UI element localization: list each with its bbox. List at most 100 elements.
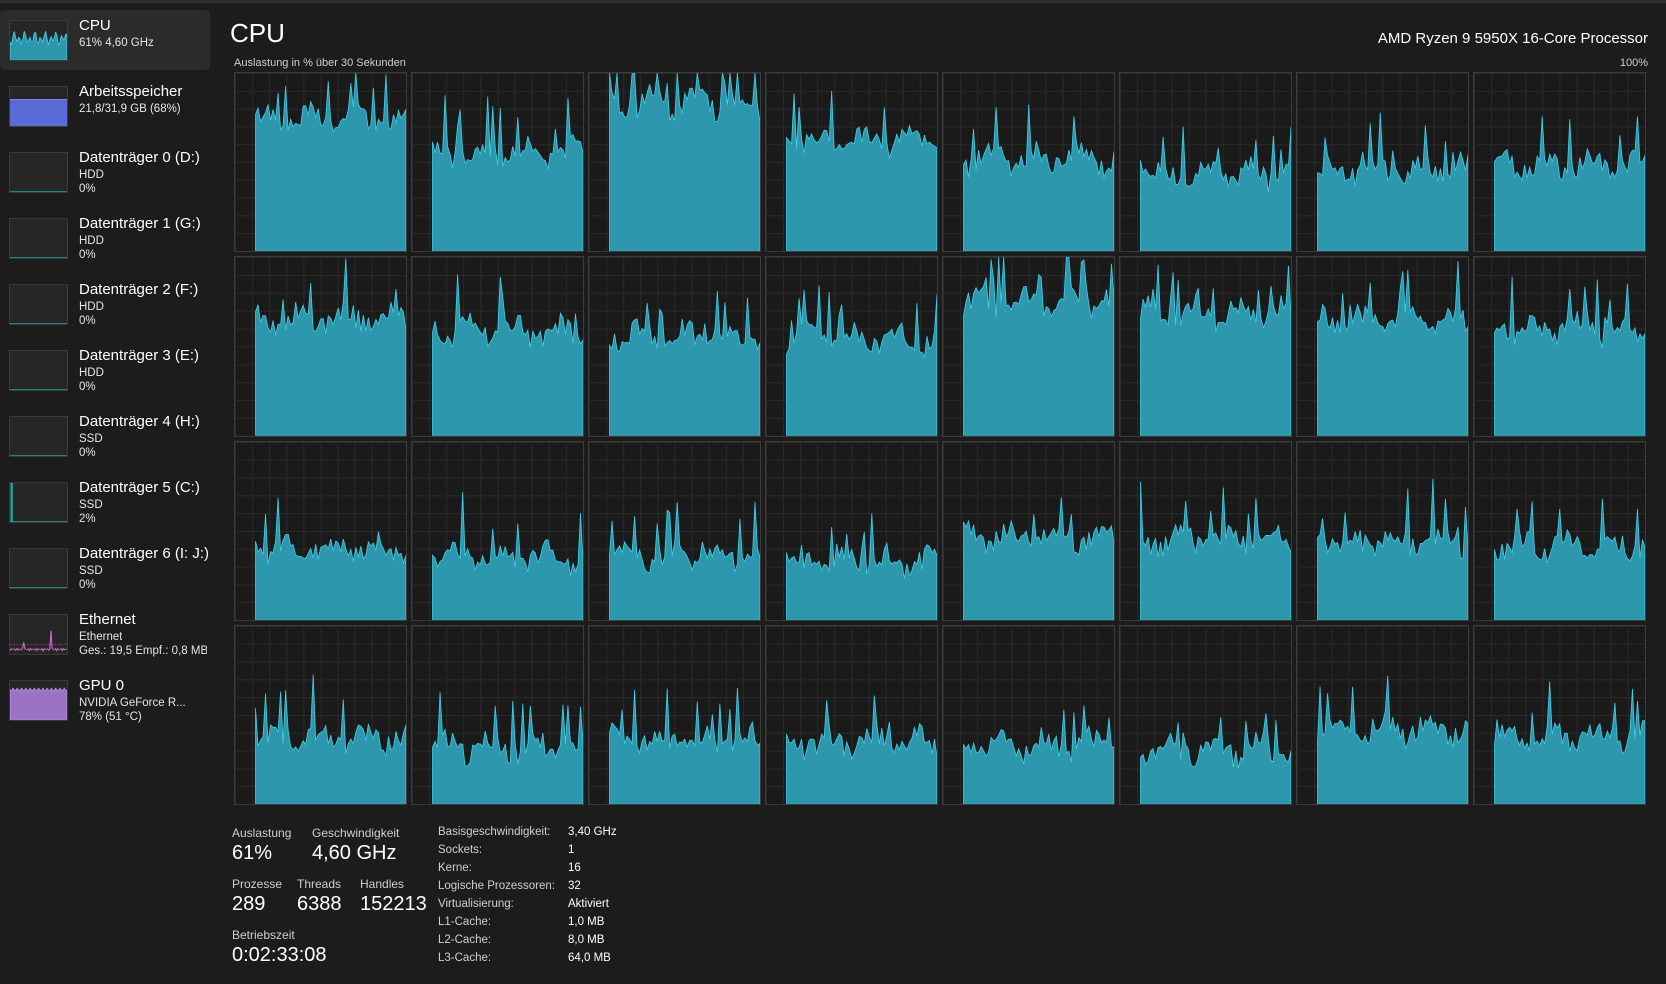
core-graph-28	[942, 624, 1115, 805]
core-utilization-area	[589, 626, 760, 804]
sidebar-item-detail: 0%	[79, 381, 96, 393]
sidebar-item-gpu-0[interactable]: GPU 0 NVIDIA GeForce R... 78% (51 °C)	[0, 670, 210, 730]
sidebar-item-subtitle: 21,8/31,9 GB (68%)	[79, 103, 181, 115]
core-graph-6	[1296, 72, 1469, 253]
sidebar-item-datentr-ger-6-i-j[interactable]: Datenträger 6 (I: J:) SSD 0%	[0, 538, 210, 598]
sidebar-item-datentr-ger-4-h[interactable]: Datenträger 4 (H:) SSD 0%	[0, 406, 210, 466]
handles-value: 152213	[360, 893, 427, 915]
detail-key: L1-Cache:	[438, 916, 492, 928]
sidebar-item-datentr-ger-2-f[interactable]: Datenträger 2 (F:) HDD 0%	[0, 274, 210, 334]
core-utilization-area	[1120, 442, 1291, 620]
sidebar-item-title: Datenträger 6 (I: J:)	[79, 545, 210, 562]
detail-value: 1	[568, 844, 575, 856]
speed-value: 4,60 GHz	[312, 842, 397, 864]
detail-value: 16	[568, 862, 581, 874]
core-graph-12	[942, 256, 1115, 437]
core-graph-11	[765, 256, 938, 437]
detail-row: L3-Cache: 64,0 MB	[438, 952, 738, 970]
core-graph-1	[411, 72, 584, 253]
core-graph-21	[1119, 440, 1292, 621]
sidebar-item-title: CPU	[79, 17, 111, 34]
detail-row: Sockets: 1	[438, 844, 738, 862]
cpu-graph-thumbnail	[9, 20, 68, 61]
core-graph-30	[1296, 624, 1469, 805]
core-graph-5	[1119, 72, 1292, 253]
detail-key: Virtualisierung:	[438, 898, 514, 910]
sidebar-item-detail: 0%	[79, 183, 96, 195]
disk-graph-thumbnail	[9, 548, 68, 589]
network-graph-thumbnail	[9, 614, 68, 655]
sidebar-item-datentr-ger-5-c[interactable]: Datenträger 5 (C:) SSD 2%	[0, 472, 210, 532]
core-graph-10	[588, 256, 761, 437]
detail-row: L1-Cache: 1,0 MB	[438, 916, 738, 934]
core-graph-14	[1296, 256, 1469, 437]
core-graph-16	[234, 440, 407, 621]
core-utilization-area	[1120, 257, 1291, 436]
core-utilization-area	[412, 626, 583, 804]
utilization-label: Auslastung	[232, 826, 292, 840]
detail-value: 64,0 MB	[568, 952, 611, 964]
sidebar-item-subtitle: SSD	[79, 433, 103, 445]
window-top-border	[0, 0, 1666, 3]
core-graph-19	[765, 440, 938, 621]
core-utilization-area	[1297, 257, 1468, 436]
sidebar-item-subtitle: HDD	[79, 235, 104, 247]
detail-key: L3-Cache:	[438, 952, 492, 964]
page-title: CPU	[230, 18, 285, 48]
sidebar-item-subtitle: 61% 4,60 GHz	[79, 37, 154, 49]
disk-graph-thumbnail	[9, 416, 68, 457]
disk-graph-thumbnail	[9, 152, 68, 193]
sidebar-item-detail: 0%	[79, 447, 96, 459]
core-graph-2	[588, 72, 761, 253]
detail-row: Kerne: 16	[438, 862, 738, 880]
graph-utilization-label: Auslastung in % über 30 Sekunden	[234, 57, 406, 69]
core-utilization-area	[943, 257, 1114, 436]
detail-row: Basisgeschwindigkeit: 3,40 GHz	[438, 826, 738, 844]
detail-key: Logische Prozessoren:	[438, 880, 555, 892]
core-graph-13	[1119, 256, 1292, 437]
core-graph-17	[411, 440, 584, 621]
threads-label: Threads	[297, 877, 342, 891]
uptime-label: Betriebszeit	[232, 928, 295, 942]
graph-max-label: 100%	[1619, 57, 1648, 69]
core-utilization-area	[235, 73, 406, 252]
sidebar-item-datentr-ger-0-d[interactable]: Datenträger 0 (D:) HDD 0%	[0, 142, 210, 202]
core-graph-0	[234, 72, 407, 253]
sidebar-item-cpu[interactable]: CPU 61% 4,60 GHz	[0, 10, 210, 70]
core-graph-3	[765, 72, 938, 253]
core-utilization-area	[766, 257, 937, 436]
sidebar-item-title: Datenträger 5 (C:)	[79, 479, 200, 496]
sidebar-item-datentr-ger-1-g[interactable]: Datenträger 1 (G:) HDD 0%	[0, 208, 210, 268]
detail-value: 32	[568, 880, 581, 892]
core-utilization-area	[766, 73, 937, 252]
sidebar-item-datentr-ger-3-e[interactable]: Datenträger 3 (E:) HDD 0%	[0, 340, 210, 400]
core-graph-9	[411, 256, 584, 437]
processor-name: AMD Ryzen 9 5950X 16-Core Processor	[1377, 30, 1648, 47]
disk-graph-thumbnail	[9, 482, 68, 523]
logical-processor-graphs[interactable]	[234, 72, 1646, 805]
sidebar-item-detail: 78% (51 °C)	[79, 711, 142, 723]
core-graph-7	[1473, 72, 1646, 253]
core-utilization-area	[589, 442, 760, 620]
sidebar-item-arbeitsspeicher[interactable]: Arbeitsspeicher 21,8/31,9 GB (68%)	[0, 76, 210, 136]
detail-value: Aktiviert	[568, 898, 609, 910]
detail-value: 1,0 MB	[568, 916, 605, 928]
core-utilization-area	[766, 626, 937, 804]
sidebar-item-subtitle: HDD	[79, 301, 104, 313]
core-graph-23	[1473, 440, 1646, 621]
resource-sidebar: CPU 61% 4,60 GHz Arbeitsspeicher 21,8/31,9 …	[0, 10, 210, 736]
sidebar-item-ethernet[interactable]: Ethernet Ethernet Ges.: 19,5 Empf.: 0,8 MB…	[0, 604, 210, 664]
sidebar-item-subtitle: NVIDIA GeForce R...	[79, 697, 186, 709]
sidebar-item-subtitle: HDD	[79, 169, 104, 181]
disk-graph-thumbnail	[9, 350, 68, 391]
sidebar-item-subtitle: SSD	[79, 565, 103, 577]
utilization-value: 61%	[232, 842, 273, 864]
memory-graph-thumbnail	[9, 86, 68, 127]
core-utilization-area	[766, 442, 937, 620]
core-utilization-area	[235, 442, 406, 620]
detail-value: 3,40 GHz	[568, 826, 617, 838]
sidebar-item-subtitle: Ethernet	[79, 631, 123, 643]
sidebar-item-detail: Ges.: 19,5 Empf.: 0,8 MBit/s	[79, 645, 207, 657]
sidebar-item-subtitle: SSD	[79, 499, 103, 511]
core-graph-26	[588, 624, 761, 805]
